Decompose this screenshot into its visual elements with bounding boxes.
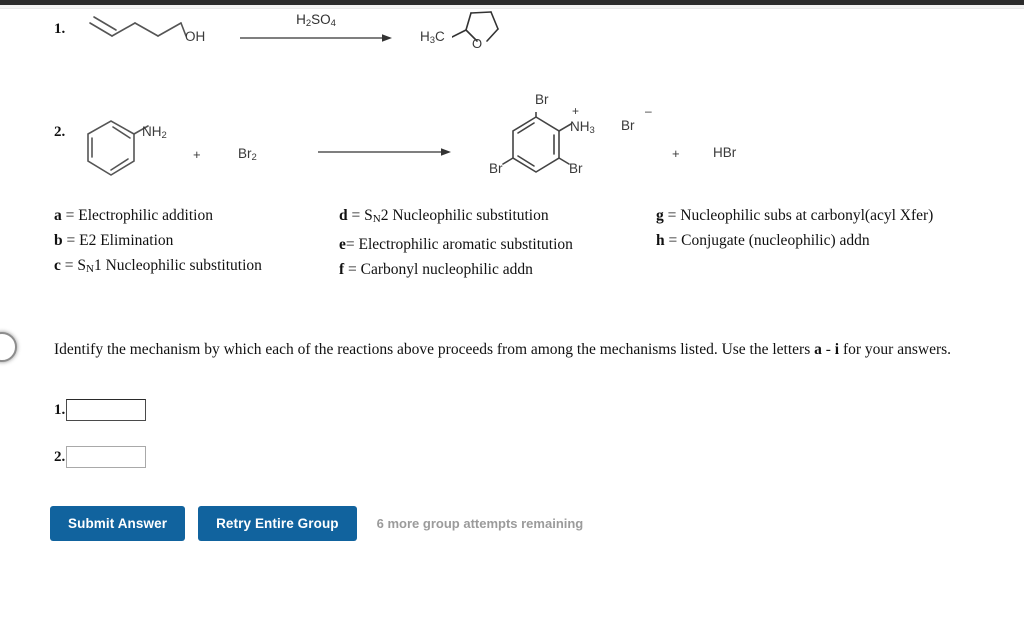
legend-item-f: f = Carbonyl nucleophilic addn: [339, 257, 659, 282]
reaction-number-2: 2.: [54, 124, 66, 140]
legend-text-a: Electrophilic addition: [78, 207, 213, 224]
legend-eq-h: =: [664, 232, 682, 249]
legend-eq-d: =: [347, 207, 365, 224]
carousel-prev-arrow-icon[interactable]: [0, 332, 17, 362]
legend-text-h: Conjugate (nucleophilic) addn: [681, 232, 870, 249]
legend-eq-f: =: [344, 261, 361, 278]
legend-eq-c: =: [60, 257, 78, 274]
legend-letter-e: e: [339, 236, 346, 253]
legend-letter-d: d: [339, 207, 348, 224]
legend-item-c: c = SN1 Nucleophilic substitution: [54, 253, 354, 282]
label-bromo-right: Br: [569, 161, 583, 176]
instructions-part-2: for your answers.: [839, 341, 952, 358]
reaction-arrow-1: H2SO4: [240, 12, 392, 46]
reagent-label-h2so4: H2SO4: [296, 12, 336, 29]
legend-letter-g: g: [656, 207, 664, 224]
legend-eq-a: =: [61, 207, 79, 224]
legend-column-1: a = Electrophilic addition b = E2 Elimin…: [54, 203, 354, 282]
legend-text2-c: 1 Nucleophilic substitution: [93, 257, 262, 274]
legend-text-f: Carbonyl nucleophilic addn: [360, 261, 533, 278]
arrow-shaft-icon: [240, 34, 392, 42]
legend-letter-c: c: [54, 257, 61, 274]
legend-text2-d: 2 Nucleophilic substitution: [380, 207, 549, 224]
plus-sign-reactants-2: +: [193, 147, 201, 162]
answer-label-1: 1.: [54, 401, 66, 418]
submit-answer-button[interactable]: Submit Answer: [50, 506, 186, 541]
legend-sub-d: N: [372, 213, 381, 225]
legend-text-e: Electrophilic aromatic substitution: [358, 236, 573, 253]
instructions-range-start: a: [814, 341, 822, 358]
legend-text-c: S: [77, 257, 87, 274]
attempts-remaining-text: 6 more group attempts remaining: [376, 516, 584, 531]
answer-row-2: 2.: [54, 446, 147, 468]
legend-text-d: S: [364, 207, 373, 224]
answer-input-1[interactable]: [66, 399, 147, 421]
retry-entire-group-button[interactable]: Retry Entire Group: [198, 506, 357, 541]
charge-plus-ammonium: +: [572, 104, 580, 118]
legend-eq-e: =: [345, 236, 359, 253]
legend-letter-a: a: [54, 207, 62, 224]
legend-eq-g: =: [663, 207, 681, 224]
legend-item-a: a = Electrophilic addition: [54, 203, 354, 228]
legend-item-b: b = E2 Elimination: [54, 228, 354, 253]
label-ammonium-nh3: NH3: [570, 119, 595, 136]
legend-letter-b: b: [54, 232, 63, 249]
label-amine-nh2: NH2: [142, 124, 167, 141]
legend-item-d: d = SN2 Nucleophilic substitution: [339, 203, 659, 232]
legend-item-g: g = Nucleophilic subs at carbonyl(acyl X…: [656, 203, 1016, 228]
label-hydrogen-bromide: HBr: [713, 145, 737, 160]
legend-letter-h: h: [656, 232, 665, 249]
legend-column-3: g = Nucleophilic subs at carbonyl(acyl X…: [656, 203, 1016, 253]
arrow-shaft-icon: [318, 148, 451, 156]
instructions-dash: -: [821, 341, 835, 358]
plus-sign-products-2: +: [672, 146, 680, 161]
legend-sub-c: N: [86, 263, 94, 275]
label-methyl-h3c: H3C: [420, 29, 445, 46]
legend-column-2: d = SN2 Nucleophilic substitution e= Ele…: [339, 203, 659, 282]
label-hydroxyl: OH: [185, 29, 206, 44]
reaction-number-1: 1.: [54, 21, 66, 37]
label-bromo-top: Br: [535, 92, 549, 107]
legend-eq-b: =: [62, 232, 80, 249]
answer-label-2: 2.: [54, 448, 66, 465]
instructions-part-1: Identify the mechanism by which each of …: [54, 341, 815, 358]
legend-text-b: E2 Elimination: [79, 232, 174, 249]
legend-item-h: h = Conjugate (nucleophilic) addn: [656, 228, 1016, 253]
label-bromo-left: Br: [489, 161, 503, 176]
answer-input-2[interactable]: [66, 446, 147, 468]
label-ring-oxygen: O: [472, 36, 483, 51]
reaction-arrow-2: [318, 140, 451, 156]
label-bromide-counterion: Br: [621, 118, 635, 133]
legend-text-g: Nucleophilic subs at carbonyl(acyl Xfer): [680, 207, 934, 224]
label-bromine-br2: Br2: [238, 146, 257, 163]
action-button-bar: Submit Answer Retry Entire Group 6 more …: [50, 506, 583, 541]
legend-item-e: e= Electrophilic aromatic substitution: [339, 232, 659, 257]
answer-row-1: 1.: [54, 399, 147, 421]
page-top-edge: [0, 5, 1024, 9]
charge-minus-bromide: –: [645, 104, 652, 118]
question-instructions: Identify the mechanism by which each of …: [54, 340, 999, 360]
